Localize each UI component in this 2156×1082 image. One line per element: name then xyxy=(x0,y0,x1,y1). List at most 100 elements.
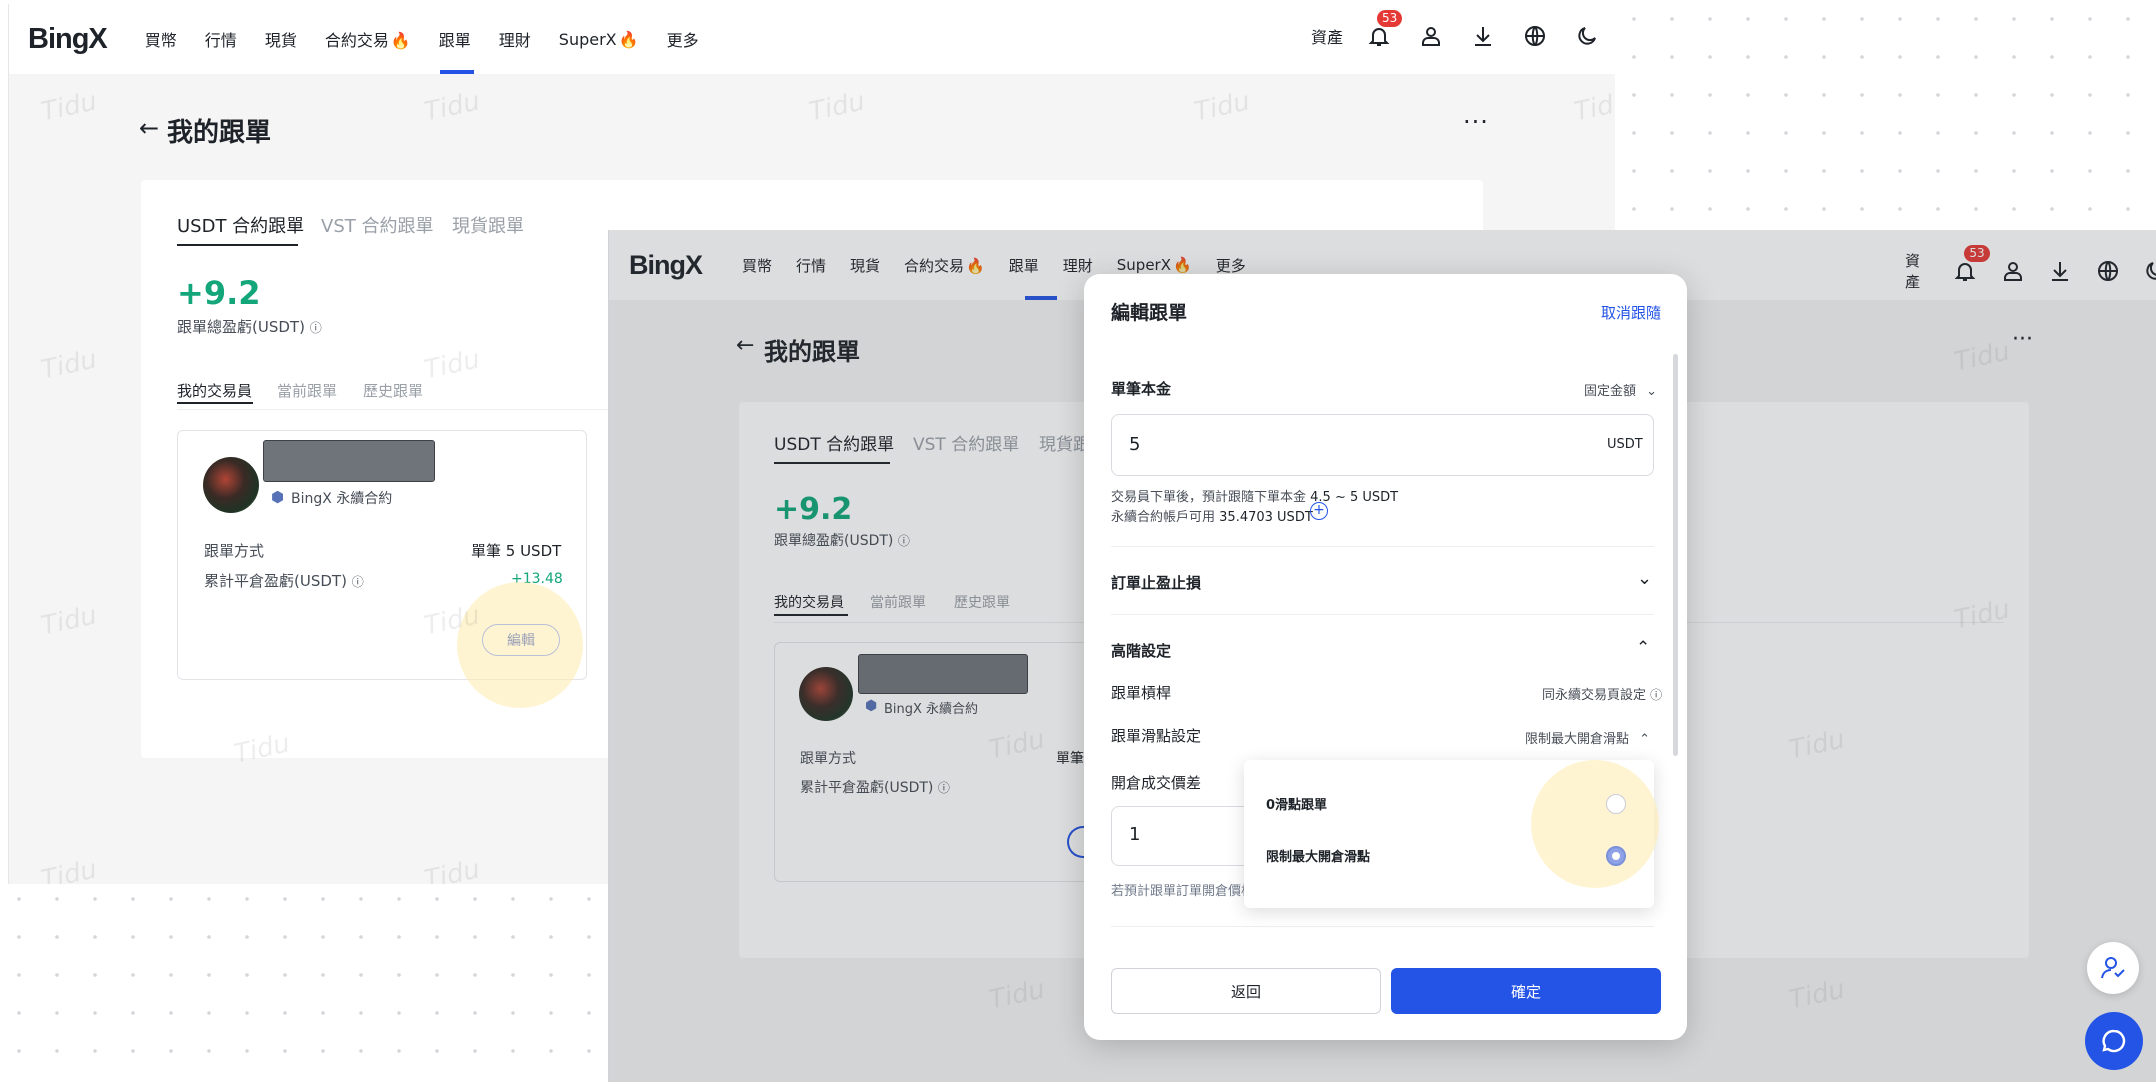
info-icon: ⓘ xyxy=(1650,688,1663,702)
back-button[interactable]: 返回 xyxy=(1111,968,1381,1014)
watermark: Tidu xyxy=(38,344,100,386)
copy-mode-label: 跟單方式 xyxy=(204,542,265,560)
assets-link[interactable]: 資產 xyxy=(1311,24,1343,48)
dotted-background-top-right xyxy=(1615,0,2156,230)
slippage-dropdown: 0滑點跟單 限制最大開倉滑點 xyxy=(1244,760,1659,908)
amount-unit: USDT xyxy=(1607,437,1643,452)
nav-link-earn[interactable]: 理財 xyxy=(499,27,531,51)
edit-copy-modal: 編輯跟單 取消跟隨 單筆本金 固定金額 ⌄ 5 USDT 交易員下單後，預計跟隨… xyxy=(1084,274,1687,1040)
nav-link-markets[interactable]: 行情 xyxy=(205,27,237,51)
section-divider xyxy=(1111,546,1654,547)
tab-active-underline xyxy=(177,244,298,246)
watermark: Tidu xyxy=(1571,86,1615,128)
watermark: Tidu xyxy=(1191,86,1253,128)
tab-spot[interactable]: 現貨跟單 xyxy=(452,212,524,238)
section-divider xyxy=(1111,614,1654,615)
top-nav: BingX 買幣 行情 現貨 合約交易 🔥 跟單 理財 SuperX 🔥 更多 資產… xyxy=(9,4,1615,74)
chevron-up-icon[interactable]: ⌃ xyxy=(1636,638,1650,658)
amount-input[interactable] xyxy=(1111,414,1654,476)
fire-icon: 🔥 xyxy=(390,31,411,50)
nav-link-spot[interactable]: 現貨 xyxy=(265,27,297,51)
watermark: Tidu xyxy=(421,854,483,884)
cancel-follow-link[interactable]: 取消跟隨 xyxy=(1601,302,1661,323)
chevron-down-icon: ⌄ xyxy=(1646,384,1658,399)
nav-active-underline xyxy=(440,70,474,74)
tab-vst-futures[interactable]: VST 合約跟單 xyxy=(321,212,433,238)
footer-divider xyxy=(1111,926,1654,927)
price-diff-hint: 若預計跟單訂單開倉價格 xyxy=(1111,884,1255,899)
bingx-logo[interactable]: BingX xyxy=(28,23,108,56)
subtab-my-traders[interactable]: 我的交易員 xyxy=(177,380,252,401)
trader-name-redacted xyxy=(263,440,435,482)
support-agent-button[interactable] xyxy=(2087,942,2139,994)
support-agent-icon xyxy=(2101,957,2125,979)
bell-icon[interactable]: 53 xyxy=(1365,10,1403,50)
tp-sl-label[interactable]: 訂單止盈止損 xyxy=(1111,572,1201,593)
slippage-option-zero[interactable]: 0滑點跟單 xyxy=(1266,794,1327,813)
closed-pnl-label: 累計平倉盈虧(USDT) ⓘ xyxy=(204,572,364,590)
globe-icon[interactable] xyxy=(1521,22,1549,50)
dotted-background-bottom-left xyxy=(0,880,610,1082)
amount-mode-select[interactable]: 固定金額 ⌄ xyxy=(1584,380,1657,399)
more-icon[interactable]: ··· xyxy=(1463,108,1489,136)
chat-icon xyxy=(2102,1029,2126,1053)
subtab-divider xyxy=(177,409,617,410)
chevron-up-icon: ⌃ xyxy=(1639,732,1651,747)
advanced-label[interactable]: 高階設定 xyxy=(1111,640,1171,661)
amount-label: 單筆本金 xyxy=(1111,380,1172,398)
nav-links: 買幣 行情 現貨 合約交易 🔥 跟單 理財 SuperX 🔥 更多 xyxy=(145,27,699,51)
edit-button[interactable]: 編輯 xyxy=(482,624,560,656)
tab-usdt-futures[interactable]: USDT 合約跟單 xyxy=(177,212,304,238)
price-diff-label: 開倉成交價差 xyxy=(1111,774,1202,792)
nav-link-buy-crypto[interactable]: 買幣 xyxy=(145,27,177,51)
leverage-label: 跟單槓桿 xyxy=(1111,684,1172,702)
click-highlight xyxy=(1531,760,1659,888)
trader-badge-label: BingX 永續合約 xyxy=(291,491,393,507)
watermark: Tidu xyxy=(806,86,868,128)
slippage-option-limit[interactable]: 限制最大開倉滑點 xyxy=(1266,846,1370,865)
modal-title: 編輯跟單 xyxy=(1111,302,1188,324)
amount-hint-1: 交易員下單後，預計跟隨下單本金 4.5 ~ 5 USDT xyxy=(1111,490,1399,505)
verified-badge-icon: ⬢ xyxy=(271,488,285,506)
amount-input-value: 5 xyxy=(1129,434,1141,455)
slippage-select[interactable]: 限制最大開倉滑點 ⌃ xyxy=(1525,728,1650,747)
copy-mode-value: 單筆 5 USDT xyxy=(471,542,562,560)
foreground-screenshot: BingX 買幣 行情 現貨 合約交易 🔥 跟單 理財 SuperX 🔥 更多 資產… xyxy=(608,230,2156,1082)
subtab-current-copies[interactable]: 當前跟單 xyxy=(277,380,337,401)
info-icon: ⓘ xyxy=(309,321,322,335)
radio-limit-slippage[interactable] xyxy=(1606,846,1626,866)
radio-dot xyxy=(1612,852,1620,860)
page-title: 我的跟單 xyxy=(167,118,272,148)
chat-button[interactable] xyxy=(2085,1012,2143,1070)
radio-zero-slippage[interactable] xyxy=(1606,794,1626,814)
nav-link-superx[interactable]: SuperX 🔥 xyxy=(559,30,639,49)
slippage-label: 跟單滑點設定 xyxy=(1111,727,1202,745)
watermark: Tidu xyxy=(38,86,100,128)
modal-scrollbar[interactable] xyxy=(1673,354,1678,756)
notification-badge: 53 xyxy=(1377,10,1403,27)
info-icon: ⓘ xyxy=(351,575,364,589)
chevron-down-icon[interactable]: ⌄ xyxy=(1637,568,1652,589)
back-arrow-icon[interactable]: ← xyxy=(139,114,159,142)
user-icon[interactable] xyxy=(1417,22,1445,50)
total-pnl-value: +9.2 xyxy=(177,274,261,312)
total-pnl-label: 跟單總盈虧(USDT) ⓘ xyxy=(177,318,322,336)
subtab-active-underline xyxy=(177,402,253,404)
nav-link-futures[interactable]: 合約交易 🔥 xyxy=(325,27,411,51)
download-icon[interactable] xyxy=(1469,22,1497,50)
nav-link-copy-trading[interactable]: 跟單 xyxy=(439,27,471,51)
moon-icon[interactable] xyxy=(1573,22,1601,50)
nav-link-more[interactable]: 更多 xyxy=(667,27,699,51)
amount-hint-2: 永續合約帳戶可用 35.4703 USDT xyxy=(1111,510,1313,525)
watermark: Tidu xyxy=(421,86,483,128)
price-diff-value: 1 xyxy=(1129,824,1141,845)
leverage-value: 同永續交易頁設定 ⓘ xyxy=(1542,688,1663,703)
subtab-history[interactable]: 歷史跟單 xyxy=(363,380,423,401)
plus-circle-icon[interactable]: + xyxy=(1310,502,1328,520)
watermark: Tidu xyxy=(38,600,100,642)
nav-right: 資產 53 xyxy=(1311,10,1601,50)
watermark: Tidu xyxy=(38,854,100,884)
confirm-button[interactable]: 確定 xyxy=(1391,968,1661,1014)
trader-avatar xyxy=(203,457,259,513)
fire-icon: 🔥 xyxy=(618,29,639,49)
